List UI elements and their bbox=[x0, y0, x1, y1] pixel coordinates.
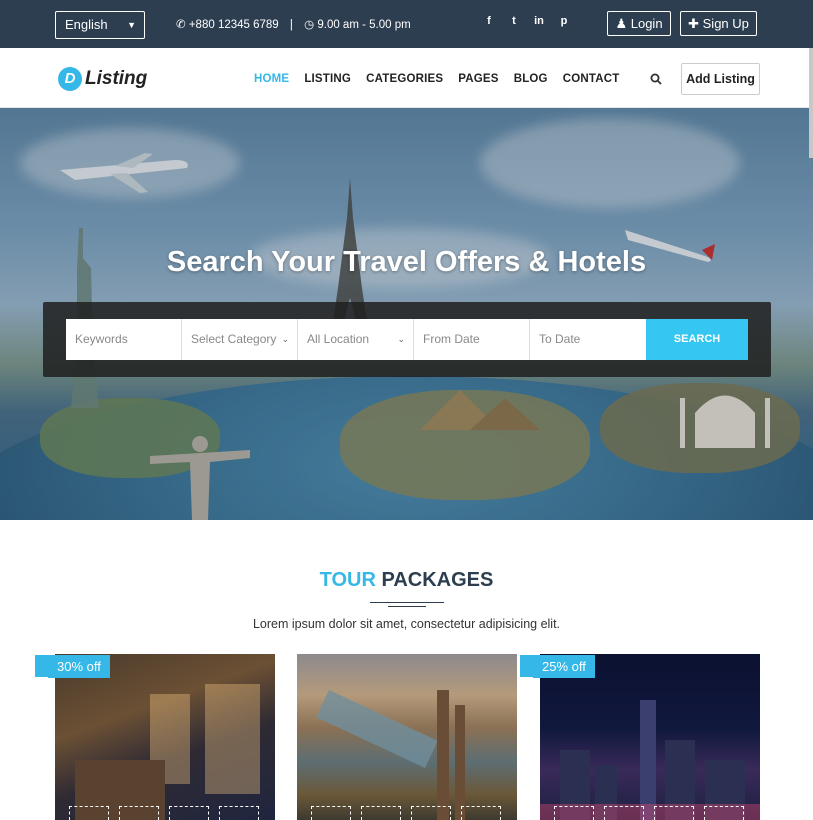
feature-icon bbox=[69, 806, 109, 820]
twitter-icon[interactable]: t bbox=[507, 15, 521, 27]
tour-card[interactable] bbox=[55, 654, 275, 820]
phone-icon: ✆ bbox=[176, 19, 186, 31]
keywords-input[interactable]: Keywords bbox=[66, 319, 182, 360]
hero-banner: Search Your Travel Offers & Hotels Keywo… bbox=[0, 108, 813, 520]
feature-icons bbox=[554, 806, 744, 820]
feature-icon bbox=[311, 806, 351, 820]
language-value: English bbox=[65, 17, 108, 32]
page-scrollbar[interactable] bbox=[809, 48, 813, 158]
pinterest-icon[interactable]: p bbox=[557, 15, 571, 27]
feature-icon bbox=[461, 806, 501, 820]
login-label: Login bbox=[630, 16, 663, 31]
skyscraper-shape bbox=[640, 700, 656, 820]
language-select[interactable]: English ▼ bbox=[55, 11, 145, 39]
menu-item-categories[interactable]: CATEGORIES bbox=[366, 73, 443, 85]
add-listing-button[interactable]: Add Listing bbox=[681, 63, 760, 95]
location-select[interactable]: All Location ⌄ bbox=[298, 319, 414, 360]
section-title-accent: TOUR bbox=[319, 569, 376, 591]
info-icon bbox=[169, 806, 209, 820]
menu-item-pages[interactable]: PAGES bbox=[458, 73, 498, 85]
contact-info: ✆ +880 12345 6789 | ◷ 9.00 am - 5.00 pm bbox=[176, 17, 411, 31]
location-placeholder: All Location bbox=[307, 332, 370, 346]
menu-item-listing[interactable]: LISTING bbox=[304, 73, 351, 85]
feature-icons bbox=[311, 806, 501, 820]
tower-shape bbox=[455, 705, 465, 820]
section-subtitle: Lorem ipsum dolor sit amet, consectetur … bbox=[252, 617, 561, 631]
logo-badge: D bbox=[58, 67, 82, 91]
plus-icon: ✚ bbox=[688, 16, 700, 31]
globe-icon bbox=[219, 806, 259, 820]
section-title: TOUR PACKAGES bbox=[0, 569, 813, 592]
feature-icon bbox=[654, 806, 694, 820]
main-navbar: D Listing HOME LISTING CATEGORIES PAGES … bbox=[0, 48, 813, 108]
category-select[interactable]: Select Category ⌄ bbox=[182, 319, 298, 360]
menu-item-blog[interactable]: BLOG bbox=[514, 73, 548, 85]
discount-badge: 25% off bbox=[520, 655, 595, 678]
to-date-input[interactable]: To Date bbox=[530, 319, 646, 360]
signup-button[interactable]: ✚ Sign Up bbox=[680, 11, 757, 36]
window-light bbox=[205, 684, 260, 794]
chevron-down-icon: ⌄ bbox=[281, 334, 289, 344]
site-logo[interactable]: D Listing bbox=[58, 66, 147, 92]
hero-title: Search Your Travel Offers & Hotels bbox=[166, 246, 647, 278]
menu-item-home[interactable]: HOME bbox=[254, 73, 289, 85]
search-button[interactable]: SEARCH bbox=[646, 319, 748, 360]
globe-icon bbox=[704, 806, 744, 820]
phone-number: +880 12345 6789 bbox=[188, 19, 279, 31]
category-placeholder: Select Category bbox=[191, 332, 277, 346]
discount-badge: 30% off bbox=[35, 655, 110, 678]
login-button[interactable]: ♟ Login bbox=[607, 11, 671, 36]
feature-icon bbox=[411, 806, 451, 820]
hotel-icon bbox=[119, 806, 159, 820]
linkedin-icon[interactable]: in bbox=[532, 15, 546, 27]
menu-item-contact[interactable]: CONTACT bbox=[563, 73, 620, 85]
plane-icon bbox=[554, 806, 594, 820]
feature-icon bbox=[361, 806, 401, 820]
user-icon: ♟ bbox=[615, 16, 628, 31]
social-links: f t in p bbox=[482, 15, 571, 27]
title-divider bbox=[388, 606, 426, 607]
feature-icon bbox=[604, 806, 644, 820]
tower-shape bbox=[437, 690, 449, 820]
title-divider bbox=[370, 602, 444, 603]
chevron-down-icon: ▼ bbox=[127, 20, 136, 30]
main-menu: HOME LISTING CATEGORIES PAGES BLOG CONTA… bbox=[254, 73, 634, 85]
facebook-icon[interactable]: f bbox=[482, 15, 496, 27]
tour-card[interactable] bbox=[297, 654, 517, 820]
tour-card[interactable] bbox=[540, 654, 760, 820]
feature-icons bbox=[69, 806, 259, 820]
search-icon[interactable] bbox=[650, 73, 662, 85]
search-panel: Keywords Select Category ⌄ All Location … bbox=[43, 302, 771, 377]
logo-text: Listing bbox=[85, 68, 148, 89]
chevron-down-icon: ⌄ bbox=[397, 334, 405, 344]
contact-separator: | bbox=[289, 19, 293, 31]
clock-icon: ◷ bbox=[304, 19, 315, 31]
opening-hours: 9.00 am - 5.00 pm bbox=[317, 19, 411, 31]
section-title-rest: PACKAGES bbox=[381, 569, 494, 591]
top-bar: English ▼ ✆ +880 12345 6789 | ◷ 9.00 am … bbox=[0, 0, 813, 48]
river-shape bbox=[316, 690, 438, 768]
signup-label: Sign Up bbox=[702, 16, 749, 31]
from-date-input[interactable]: From Date bbox=[414, 319, 530, 360]
